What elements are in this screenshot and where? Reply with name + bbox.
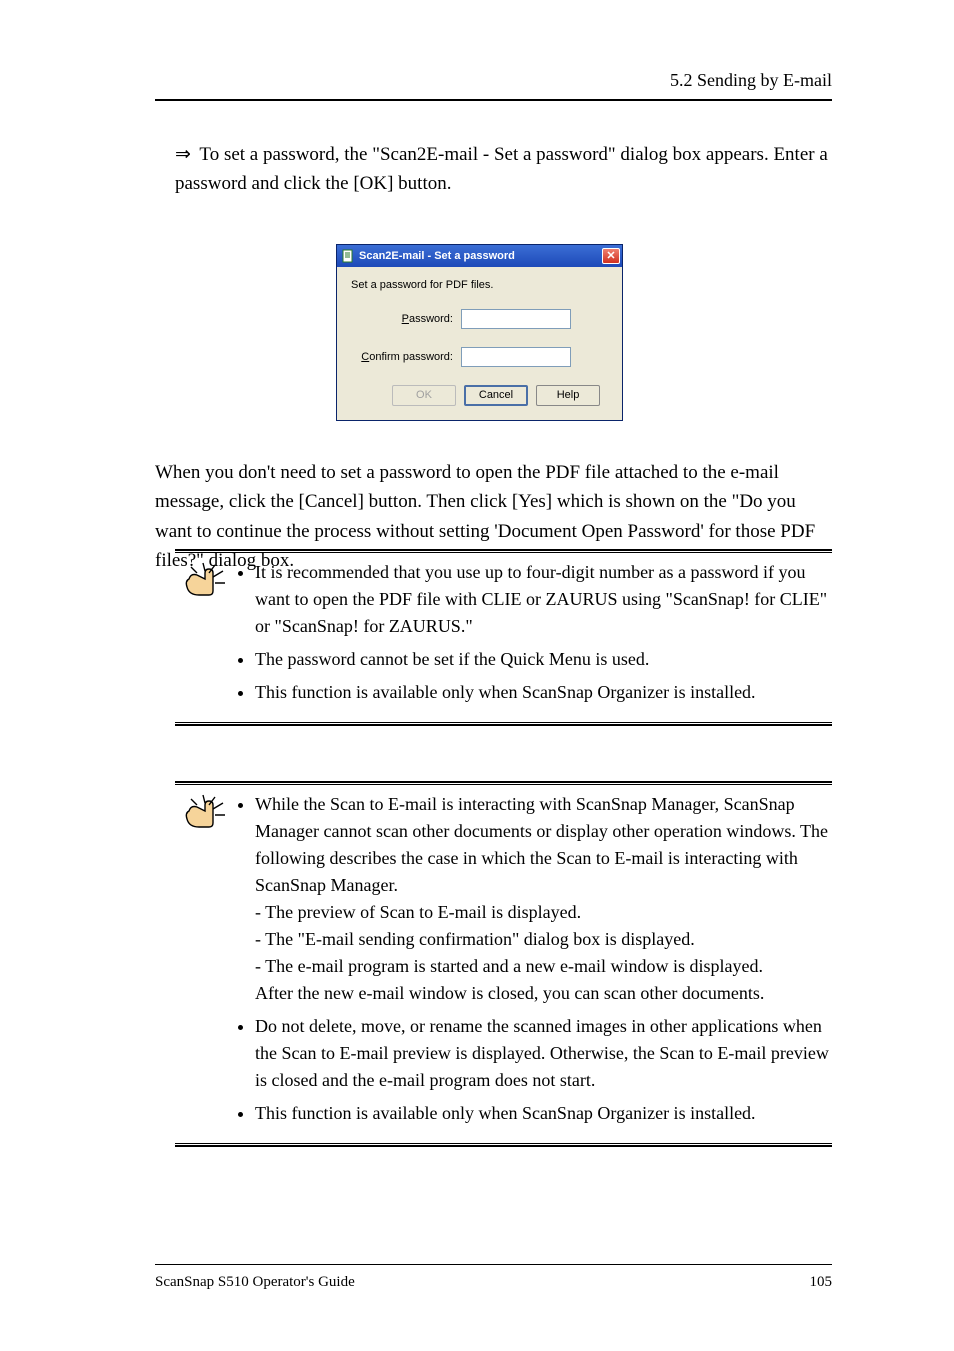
note-rule-bottom bbox=[175, 722, 832, 726]
confirm-password-label: Confirm password: bbox=[351, 351, 461, 363]
note-box-2: While the Scan to E-mail is interacting … bbox=[175, 781, 832, 1147]
dialog-body: Set a password for PDF files. Password: … bbox=[337, 267, 622, 420]
dialog-title: Scan2E-mail - Set a password bbox=[359, 250, 602, 262]
dialog-titlebar[interactable]: Scan2E-mail - Set a password ✕ bbox=[337, 245, 622, 267]
note-rule-bottom bbox=[175, 1143, 832, 1147]
password-input[interactable] bbox=[461, 309, 571, 329]
help-button[interactable]: Help bbox=[536, 385, 600, 406]
page-header: 5.2 Sending by E-mail bbox=[155, 70, 832, 101]
confirm-row: Confirm password: bbox=[351, 347, 608, 367]
note-item: The password cannot be set if the Quick … bbox=[255, 646, 832, 673]
pointing-finger-icon bbox=[175, 791, 237, 1133]
arrow-icon: ⇒ bbox=[175, 140, 195, 169]
password-row: Password: bbox=[351, 309, 608, 329]
dialog-button-row: OK Cancel Help bbox=[351, 385, 608, 406]
ok-button[interactable]: OK bbox=[392, 385, 456, 406]
dialog-instruction: Set a password for PDF files. bbox=[351, 279, 608, 291]
header-rule bbox=[155, 99, 832, 101]
pointing-finger-icon bbox=[175, 559, 237, 712]
note-item: It is recommended that you use up to fou… bbox=[255, 559, 832, 640]
section-title: 5.2 Sending by E-mail bbox=[155, 70, 832, 91]
note-item: While the Scan to E-mail is interacting … bbox=[255, 791, 832, 1007]
note-2-list: While the Scan to E-mail is interacting … bbox=[237, 791, 832, 1133]
set-password-dialog: Scan2E-mail - Set a password ✕ Set a pas… bbox=[336, 244, 623, 421]
note-1-list: It is recommended that you use up to fou… bbox=[237, 559, 832, 712]
page-footer: ScanSnap S510 Operator's Guide 105 bbox=[155, 1274, 832, 1291]
document-icon bbox=[341, 249, 355, 263]
note-item: This function is available only when Sca… bbox=[255, 679, 832, 706]
footer-page-number: 105 bbox=[810, 1274, 833, 1291]
lead-text: To set a password, the "Scan2E-mail - Se… bbox=[175, 144, 828, 194]
lead-paragraph: ⇒ To set a password, the "Scan2E-mail - … bbox=[175, 140, 832, 199]
cancel-button[interactable]: Cancel bbox=[464, 385, 528, 406]
password-label: Password: bbox=[351, 313, 461, 325]
confirm-password-input[interactable] bbox=[461, 347, 571, 367]
close-icon[interactable]: ✕ bbox=[602, 248, 620, 264]
footer-rule bbox=[155, 1264, 832, 1265]
footer-left: ScanSnap S510 Operator's Guide bbox=[155, 1274, 355, 1291]
note-box-1: It is recommended that you use up to fou… bbox=[175, 549, 832, 726]
note-item: Do not delete, move, or rename the scann… bbox=[255, 1013, 832, 1094]
note-item: This function is available only when Sca… bbox=[255, 1100, 832, 1127]
